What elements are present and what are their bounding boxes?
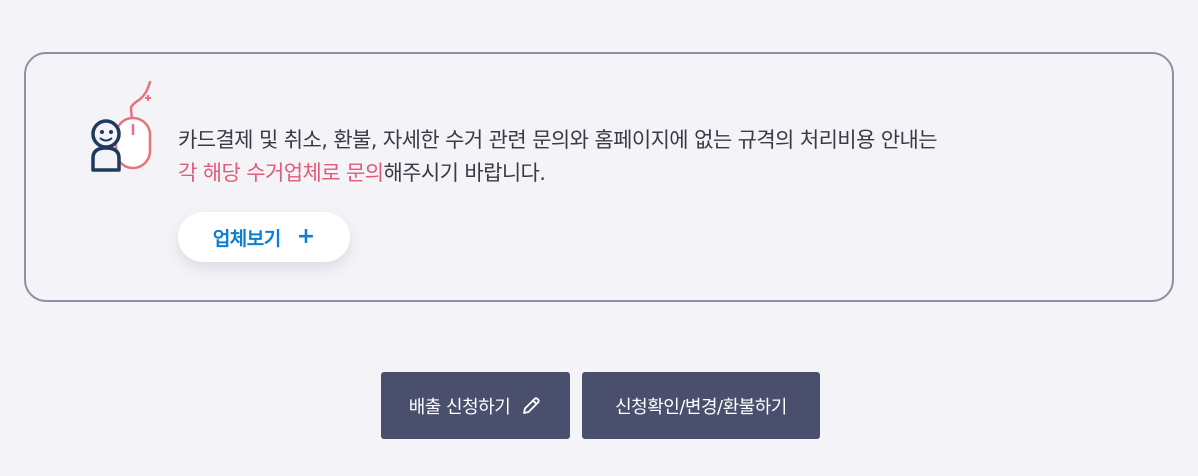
plus-icon: + (296, 224, 316, 249)
person-mouse-icon (88, 78, 158, 174)
apply-disposal-button[interactable]: 배출 신청하기 (381, 372, 570, 439)
notice-line-2-rest: 해주시기 바랍니다. (383, 161, 546, 185)
pencil-icon (520, 395, 542, 417)
notice-box: 카드결제 및 취소, 환불, 자세한 수거 관련 문의와 홈페이지에 없는 규격… (24, 52, 1174, 302)
notice-highlight: 각 해당 수거업체로 문의 (178, 161, 384, 185)
check-change-refund-label: 신청확인/변경/환불하기 (615, 396, 787, 418)
notice-text: 카드결제 및 취소, 환불, 자세한 수거 관련 문의와 홈페이지에 없는 규격… (178, 124, 938, 190)
view-vendors-label: 업체보기 (212, 227, 281, 250)
check-change-refund-button[interactable]: 신청확인/변경/환불하기 (582, 372, 820, 439)
view-vendors-button[interactable]: 업체보기 + (178, 212, 350, 262)
apply-disposal-label: 배출 신청하기 (408, 396, 511, 418)
notice-line-2: 각 해당 수거업체로 문의해주시기 바랍니다. (178, 157, 937, 190)
notice-line-1: 카드결제 및 취소, 환불, 자세한 수거 관련 문의와 홈페이지에 없는 규격… (178, 128, 938, 152)
